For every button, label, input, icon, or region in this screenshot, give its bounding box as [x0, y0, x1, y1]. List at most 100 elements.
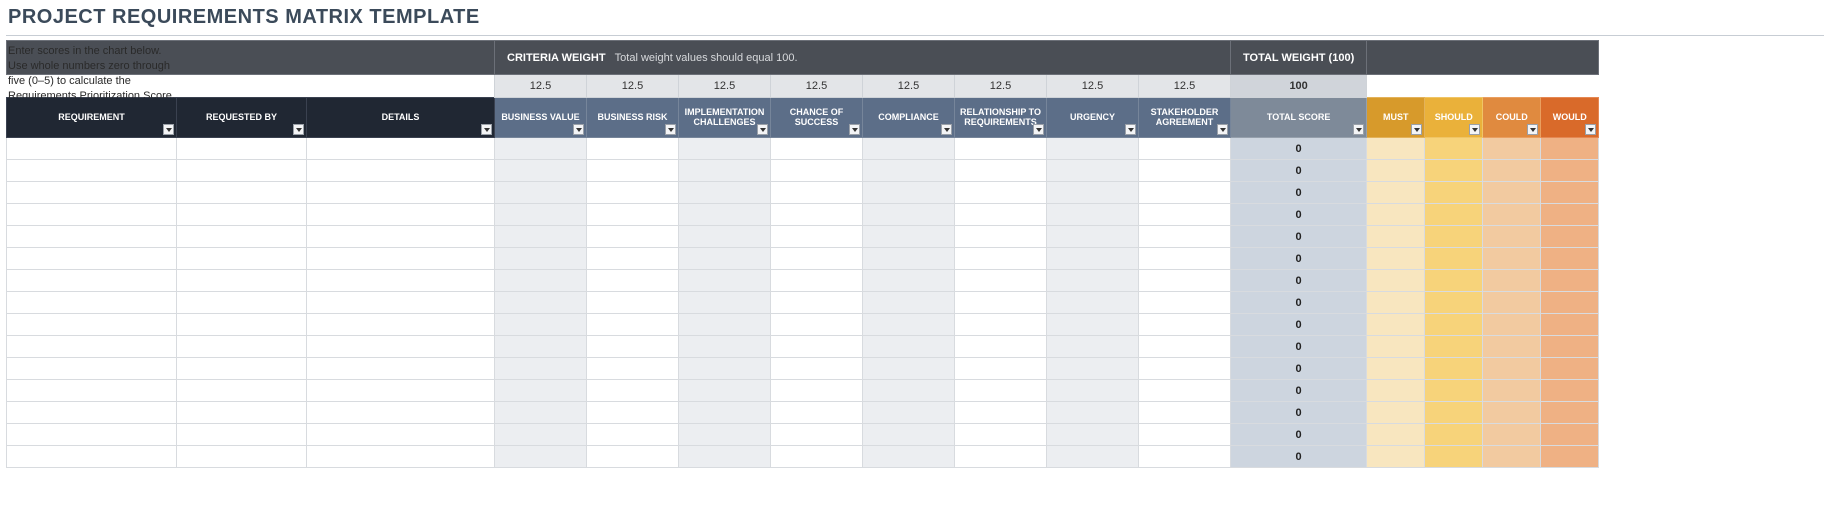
col-header-should[interactable]: SHOULD — [1425, 98, 1483, 138]
cell-score[interactable] — [863, 446, 955, 468]
cell-would[interactable] — [1541, 424, 1599, 446]
cell-would[interactable] — [1541, 446, 1599, 468]
cell-requirement[interactable] — [7, 270, 177, 292]
cell-details[interactable] — [307, 160, 495, 182]
cell-requirement[interactable] — [7, 182, 177, 204]
cell-score[interactable] — [587, 160, 679, 182]
cell-score[interactable] — [679, 138, 771, 160]
cell-must[interactable] — [1367, 380, 1425, 402]
cell-score[interactable] — [863, 292, 955, 314]
cell-score[interactable] — [495, 380, 587, 402]
filter-icon[interactable] — [481, 124, 492, 135]
cell-score[interactable] — [771, 446, 863, 468]
cell-details[interactable] — [307, 138, 495, 160]
cell-should[interactable] — [1425, 160, 1483, 182]
filter-icon[interactable] — [573, 124, 584, 135]
cell-requested-by[interactable] — [177, 248, 307, 270]
cell-score[interactable] — [863, 402, 955, 424]
cell-could[interactable] — [1483, 292, 1541, 314]
cell-score[interactable] — [771, 292, 863, 314]
cell-requirement[interactable] — [7, 138, 177, 160]
weight-cell[interactable]: 12.5 — [1047, 75, 1139, 98]
cell-must[interactable] — [1367, 358, 1425, 380]
cell-score[interactable] — [495, 182, 587, 204]
cell-must[interactable] — [1367, 424, 1425, 446]
cell-score[interactable] — [1139, 424, 1231, 446]
cell-requested-by[interactable] — [177, 380, 307, 402]
cell-score[interactable] — [495, 358, 587, 380]
cell-score[interactable] — [955, 138, 1047, 160]
cell-requirement[interactable] — [7, 358, 177, 380]
cell-score[interactable] — [1139, 270, 1231, 292]
cell-score[interactable] — [771, 226, 863, 248]
cell-could[interactable] — [1483, 226, 1541, 248]
weight-cell[interactable]: 12.5 — [679, 75, 771, 98]
cell-score[interactable] — [495, 160, 587, 182]
cell-requested-by[interactable] — [177, 292, 307, 314]
cell-should[interactable] — [1425, 138, 1483, 160]
cell-requested-by[interactable] — [177, 160, 307, 182]
cell-requirement[interactable] — [7, 160, 177, 182]
cell-should[interactable] — [1425, 446, 1483, 468]
cell-requested-by[interactable] — [177, 270, 307, 292]
cell-score[interactable] — [863, 182, 955, 204]
cell-would[interactable] — [1541, 380, 1599, 402]
cell-would[interactable] — [1541, 358, 1599, 380]
cell-must[interactable] — [1367, 138, 1425, 160]
cell-score[interactable] — [679, 336, 771, 358]
cell-score[interactable] — [679, 380, 771, 402]
cell-details[interactable] — [307, 446, 495, 468]
cell-score[interactable] — [1139, 446, 1231, 468]
filter-icon[interactable] — [163, 124, 174, 135]
cell-must[interactable] — [1367, 446, 1425, 468]
cell-score[interactable] — [863, 248, 955, 270]
cell-details[interactable] — [307, 182, 495, 204]
cell-details[interactable] — [307, 270, 495, 292]
cell-score[interactable] — [1047, 182, 1139, 204]
cell-score[interactable] — [679, 446, 771, 468]
cell-score[interactable] — [495, 446, 587, 468]
cell-score[interactable] — [1047, 424, 1139, 446]
cell-score[interactable] — [1139, 358, 1231, 380]
cell-would[interactable] — [1541, 292, 1599, 314]
cell-score[interactable] — [587, 226, 679, 248]
cell-score[interactable] — [1047, 248, 1139, 270]
cell-requirement[interactable] — [7, 226, 177, 248]
cell-must[interactable] — [1367, 336, 1425, 358]
cell-score[interactable] — [771, 314, 863, 336]
cell-score[interactable] — [587, 270, 679, 292]
cell-score[interactable] — [1047, 402, 1139, 424]
cell-should[interactable] — [1425, 182, 1483, 204]
cell-score[interactable] — [495, 336, 587, 358]
cell-score[interactable] — [1139, 402, 1231, 424]
cell-score[interactable] — [771, 248, 863, 270]
filter-icon[interactable] — [849, 124, 860, 135]
cell-score[interactable] — [863, 204, 955, 226]
col-header-criteria[interactable]: COMPLIANCE — [863, 98, 955, 138]
cell-score[interactable] — [1047, 226, 1139, 248]
cell-score[interactable] — [587, 402, 679, 424]
cell-score[interactable] — [587, 182, 679, 204]
cell-must[interactable] — [1367, 204, 1425, 226]
cell-score[interactable] — [771, 182, 863, 204]
cell-could[interactable] — [1483, 358, 1541, 380]
cell-score[interactable] — [863, 138, 955, 160]
cell-should[interactable] — [1425, 204, 1483, 226]
cell-requested-by[interactable] — [177, 336, 307, 358]
cell-score[interactable] — [1139, 380, 1231, 402]
cell-score[interactable] — [1139, 182, 1231, 204]
cell-details[interactable] — [307, 380, 495, 402]
cell-score[interactable] — [495, 204, 587, 226]
cell-score[interactable] — [1139, 138, 1231, 160]
weight-cell[interactable]: 12.5 — [955, 75, 1047, 98]
cell-score[interactable] — [863, 226, 955, 248]
weight-cell[interactable]: 12.5 — [1139, 75, 1231, 98]
cell-details[interactable] — [307, 314, 495, 336]
cell-should[interactable] — [1425, 292, 1483, 314]
cell-requirement[interactable] — [7, 292, 177, 314]
cell-score[interactable] — [955, 182, 1047, 204]
cell-could[interactable] — [1483, 182, 1541, 204]
col-header-criteria[interactable]: STAKEHOLDER AGREEMENT — [1139, 98, 1231, 138]
cell-score[interactable] — [955, 248, 1047, 270]
cell-must[interactable] — [1367, 292, 1425, 314]
